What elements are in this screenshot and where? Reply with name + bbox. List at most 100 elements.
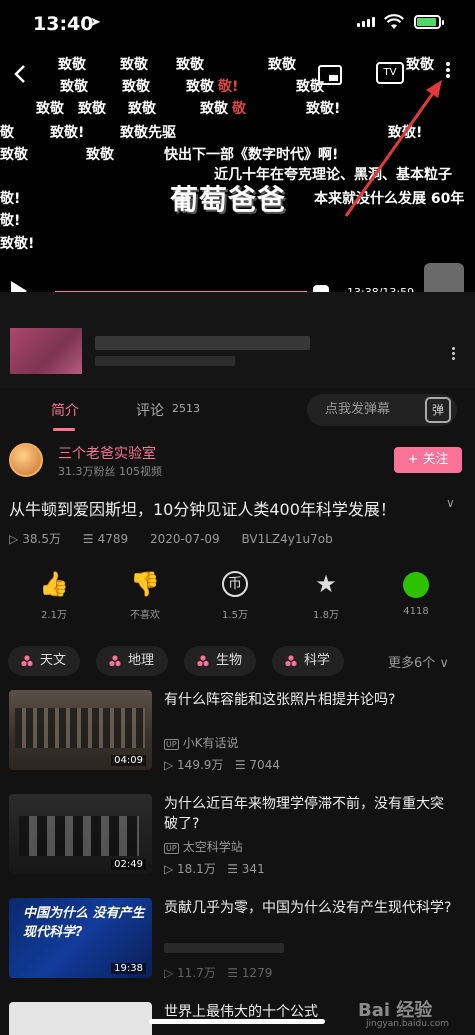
- dislike-button[interactable]: 👎 不喜欢: [105, 568, 185, 621]
- related-uploader: UP 太空科学站: [164, 840, 243, 854]
- comment-count: 2513: [172, 402, 200, 415]
- more-options-icon[interactable]: [446, 60, 452, 80]
- danmaku-comment: 敬!: [0, 213, 21, 229]
- tag-icon: [285, 655, 297, 667]
- share-wechat-button[interactable]: 4118: [376, 568, 456, 617]
- video-thumbnail: 04:09: [9, 690, 152, 770]
- blurred-subtitle: [95, 356, 235, 366]
- danmaku-comment: 致敬: [268, 57, 296, 73]
- danmaku-comment: 致敬: [128, 101, 156, 117]
- related-stats: ▷ 18.1万 ☰ 341: [164, 862, 265, 876]
- more-tags-button[interactable]: 更多6个 ∨: [388, 652, 449, 671]
- danmaku-comment: 致敬: [0, 147, 28, 163]
- danmaku-comment: 敬: [0, 125, 14, 141]
- related-uploader-blurred: [164, 942, 284, 956]
- dislike-label: 不喜欢: [130, 610, 160, 621]
- coin-icon: 币: [195, 568, 275, 600]
- views-icon: ▷: [9, 532, 19, 546]
- list-item[interactable]: 04:09 有什么阵容能和这张照片相提并论吗? UP 小K有话说 ▷ 149.9万…: [0, 690, 475, 782]
- follow-button[interactable]: + 关注: [394, 447, 462, 473]
- danmaku-comment: 致敬: [176, 57, 204, 73]
- tab-comments[interactable]: 评论: [136, 400, 164, 420]
- danmaku-comment: 致敬!: [50, 125, 85, 141]
- related-stats: ▷ 149.9万 ☰ 7044: [164, 758, 280, 772]
- tag-chip[interactable]: 科学: [272, 646, 345, 676]
- video-views: 38.5万: [22, 532, 61, 546]
- danmaku-comment: 致敬: [58, 57, 86, 73]
- dislike-icon: 👎: [130, 570, 160, 598]
- danmaku-comment: 致敬: [120, 57, 148, 73]
- video-thumbnail: [9, 1002, 152, 1035]
- blurred-title: [95, 336, 310, 350]
- status-bar: 13:40 ➤: [0, 0, 475, 48]
- like-count: 2.1万: [41, 610, 67, 621]
- home-indicator[interactable]: [149, 1019, 325, 1024]
- video-duration: 02:49: [111, 859, 146, 870]
- back-icon[interactable]: [12, 64, 28, 84]
- avatar[interactable]: [9, 443, 43, 477]
- video-duration: 19:38: [111, 963, 146, 974]
- danmaku-comment: 致敬: [406, 57, 434, 73]
- video-title: 从牛顿到爱因斯坦，10分钟见证人类400年科学发展！: [9, 500, 396, 519]
- tag-icon: [21, 655, 33, 667]
- danmaku-count-icon: ☰: [82, 532, 94, 546]
- star-icon: ★: [315, 570, 337, 598]
- related-title: 为什么近百年来物理学停滞不前，没有重大突破了?: [164, 796, 444, 832]
- list-item[interactable]: 02:49 为什么近百年来物理学停滞不前，没有重大突破了? UP 太空科学站 ▷ …: [0, 794, 475, 886]
- danmaku-comment: 敬!: [0, 191, 21, 207]
- active-tab-indicator: [53, 428, 75, 431]
- location-icon: ➤: [90, 15, 101, 30]
- related-uploader: UP 小K有话说: [164, 736, 239, 750]
- like-icon: 👍: [39, 570, 69, 598]
- danmaku-comment: 致敬: [186, 79, 214, 95]
- video-thumbnail: 中国为什么 没有产生 现代科学? 19:38: [9, 898, 152, 978]
- tag-icon: [197, 655, 209, 667]
- danmaku-comment: 致敬: [60, 79, 88, 95]
- video-date: 2020-07-09: [149, 532, 220, 546]
- tab-intro[interactable]: 简介: [51, 400, 79, 420]
- uploader-name[interactable]: 三个老爸实验室: [58, 443, 156, 463]
- video-player[interactable]: 13:40 ➤ 致敬 致敬 致敬 致敬 致敬 致敬 致敬 致敬 敬! 致敬 致敬 致敬 致敬 致敬敬致敬!…: [0, 0, 475, 292]
- header-more-icon[interactable]: [452, 345, 455, 362]
- video-danmaku: 4789: [97, 532, 129, 546]
- video-bvid: BV1LZ4y1u7ob: [241, 532, 333, 546]
- play-button[interactable]: [11, 281, 27, 292]
- like-button[interactable]: 👍 2.1万: [14, 568, 94, 621]
- tag-chip[interactable]: 地理: [96, 646, 169, 676]
- wifi-icon: [384, 14, 404, 29]
- cellular-signal-icon: [357, 17, 375, 27]
- list-item[interactable]: 中国为什么 没有产生 现代科学? 19:38 贡献几乎为零，中国为什么没有产生现…: [0, 898, 475, 990]
- video-meta: ▷ 38.5万 ☰ 4789 2020-07-09 BV1LZ4y1u7ob: [9, 530, 337, 547]
- coin-button[interactable]: 币 1.5万: [195, 568, 275, 621]
- coin-count: 1.5万: [222, 610, 248, 621]
- favorite-count: 1.8万: [313, 610, 339, 621]
- watermark: Bai 经验 jingyan.baidu.com: [358, 1000, 450, 1029]
- favorite-button[interactable]: ★ 1.8万: [286, 568, 366, 621]
- blurred-cover: [10, 328, 82, 374]
- danmaku-comment: 敬!: [218, 79, 239, 95]
- related-title: 有什么阵容能和这张照片相提并论吗?: [164, 692, 396, 708]
- danmaku-comment: 致敬先驱: [120, 125, 176, 141]
- related-stats: ▷ 11.7万 ☰ 1279: [164, 966, 273, 980]
- uploader-meta: 31.3万粉丝 105视频: [58, 465, 162, 478]
- tag-icon: [109, 655, 121, 667]
- danmaku-comment: 致敬!: [0, 236, 35, 252]
- annotation-arrow: [344, 80, 442, 217]
- danmaku-toggle-icon[interactable]: 弹: [425, 397, 451, 423]
- danmaku-comment: 致敬: [200, 101, 228, 117]
- danmaku-comment: 致敬: [78, 101, 106, 117]
- video-thumbnail: 02:49: [9, 794, 152, 874]
- danmaku-comment: 致敬: [36, 101, 64, 117]
- danmaku-comment: 敬: [232, 101, 246, 117]
- video-brand-overlay: 葡萄爸爸: [170, 183, 287, 216]
- video-thumbnail-small: [424, 263, 464, 292]
- tag-chip[interactable]: 天文: [8, 646, 81, 676]
- battery-icon: [414, 15, 444, 29]
- expand-chevron-icon[interactable]: ∨: [446, 496, 455, 510]
- tag-chip[interactable]: 生物: [184, 646, 257, 676]
- video-duration: 04:09: [111, 755, 146, 766]
- danmaku-comment: 致敬!: [306, 101, 341, 117]
- thumbnail-text: 中国为什么 没有产生 现代科学?: [23, 906, 145, 940]
- wechat-icon: [376, 568, 456, 600]
- danmaku-comment: 致敬: [86, 147, 114, 163]
